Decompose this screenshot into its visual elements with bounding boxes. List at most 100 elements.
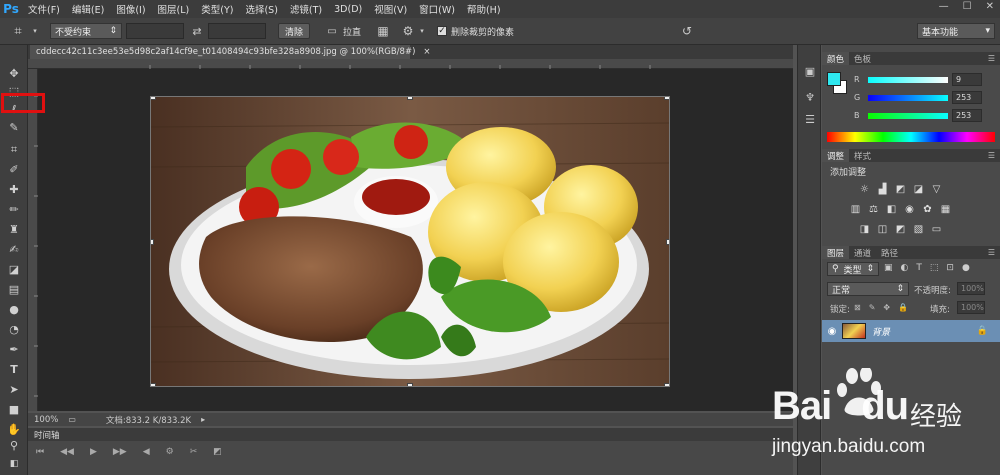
- menu-edit[interactable]: 编辑(E): [66, 2, 110, 16]
- chevron-down-icon[interactable]: ▾: [417, 27, 427, 35]
- crop-tool-icon[interactable]: ⌗: [6, 24, 30, 39]
- color-balance-icon[interactable]: ⚖: [867, 204, 880, 215]
- play-icon[interactable]: ▶: [90, 447, 97, 457]
- minimize-icon[interactable]: —: [939, 1, 949, 12]
- ratio-select[interactable]: 不受约束 ⇕: [50, 23, 122, 39]
- food-image[interactable]: [150, 96, 670, 387]
- menu-filter[interactable]: 滤镜(T): [284, 2, 328, 16]
- tab-layers[interactable]: 图层: [822, 246, 850, 259]
- lock-pixels-icon[interactable]: ✎: [869, 303, 876, 312]
- shape-filter-icon[interactable]: ⬚: [930, 263, 939, 273]
- pen-tool-icon[interactable]: ✒: [3, 341, 25, 358]
- color-swatches-icon[interactable]: ◧: [3, 455, 25, 472]
- clear-button[interactable]: 清除: [278, 23, 311, 39]
- menu-3d[interactable]: 3D(D): [328, 4, 368, 15]
- eyedropper-tool-icon[interactable]: ✐: [3, 161, 25, 178]
- menu-window[interactable]: 窗口(W): [413, 2, 461, 16]
- selective-color-icon[interactable]: ▧: [912, 224, 925, 235]
- width-field[interactable]: [126, 23, 184, 39]
- menu-file[interactable]: 文件(F): [22, 2, 66, 16]
- crop-handle[interactable]: [151, 383, 156, 386]
- type-filter-icon[interactable]: T: [916, 263, 922, 273]
- prev-frame-icon[interactable]: ◀◀: [60, 447, 74, 457]
- invert-icon[interactable]: ◨: [858, 224, 871, 235]
- adjustment-filter-icon[interactable]: ◐: [901, 263, 909, 273]
- reset-icon[interactable]: ↺: [682, 24, 692, 38]
- crop-handle[interactable]: [407, 383, 413, 386]
- path-select-tool-icon[interactable]: ➤: [3, 381, 25, 398]
- quick-select-tool-icon[interactable]: ✎: [3, 119, 25, 136]
- crop-handle[interactable]: [664, 383, 669, 386]
- threshold-icon[interactable]: ◩: [894, 224, 907, 235]
- document-tab[interactable]: cddecc42c11c3ee53e5d98c2af14cf9e_t014084…: [30, 45, 431, 59]
- pixel-filter-icon[interactable]: ▣: [884, 263, 893, 273]
- swap-icon[interactable]: ⇄: [188, 25, 206, 38]
- eye-visibility-icon[interactable]: ◉: [822, 326, 842, 337]
- panel-menu-icon[interactable]: ☰: [988, 52, 1000, 65]
- transition-icon[interactable]: ◩: [213, 447, 222, 457]
- black-white-icon[interactable]: ◧: [885, 204, 898, 215]
- straighten-icon[interactable]: ▭: [324, 26, 340, 37]
- crop-handle[interactable]: [151, 97, 156, 100]
- crop-tool-icon[interactable]: ⌗: [3, 141, 25, 158]
- chevron-down-icon[interactable]: ▾: [30, 27, 40, 35]
- crop-handle[interactable]: [666, 239, 669, 245]
- layer-filter-select[interactable]: ⚲ 类型 ⇕: [827, 262, 879, 276]
- gear-icon[interactable]: ⚙: [399, 24, 417, 38]
- opacity-value[interactable]: 100%: [957, 282, 985, 295]
- move-tool-icon[interactable]: ✥: [3, 65, 25, 82]
- color-lookup-icon[interactable]: ▦: [939, 204, 952, 215]
- tab-channels[interactable]: 通道: [849, 246, 876, 259]
- lock-all-icon[interactable]: 🔒: [898, 303, 908, 312]
- foreground-color-swatch[interactable]: [827, 72, 841, 86]
- straighten-label[interactable]: 拉直: [343, 25, 361, 38]
- panel-menu-icon[interactable]: ☰: [988, 149, 1000, 162]
- chevron-right-icon[interactable]: ▸: [201, 415, 205, 424]
- eraser-tool-icon[interactable]: ◪: [3, 261, 25, 278]
- clone-stamp-tool-icon[interactable]: ♜: [3, 221, 25, 238]
- layer-row-background[interactable]: ◉ 背景 🔒: [822, 320, 1000, 342]
- crop-handle[interactable]: [151, 239, 154, 245]
- crop-handle[interactable]: [664, 97, 669, 100]
- gradient-tool-icon[interactable]: ▤: [3, 281, 25, 298]
- tab-color[interactable]: 颜色: [822, 52, 850, 65]
- red-slider[interactable]: [868, 76, 948, 83]
- tab-swatches[interactable]: 色板: [849, 52, 876, 65]
- menu-layer[interactable]: 图层(L): [152, 2, 196, 16]
- brush-tool-icon[interactable]: ✏: [3, 201, 25, 218]
- color-spectrum[interactable]: [827, 132, 995, 142]
- next-frame-icon[interactable]: ▶▶: [113, 447, 127, 457]
- exposure-icon[interactable]: ◪: [912, 184, 925, 195]
- workspace-select[interactable]: 基本功能 ▾: [917, 23, 995, 39]
- properties-icon[interactable]: ☰: [801, 111, 819, 127]
- grid-overlay-icon[interactable]: ▦: [375, 24, 391, 38]
- brightness-icon[interactable]: ☼: [858, 184, 871, 195]
- green-slider[interactable]: [868, 94, 948, 101]
- delete-cropped-checkbox[interactable]: ✓: [437, 26, 448, 36]
- height-field[interactable]: [208, 23, 266, 39]
- channel-mixer-icon[interactable]: ✿: [921, 204, 934, 215]
- layer-name[interactable]: 背景: [872, 325, 890, 338]
- lock-icon[interactable]: 🔒: [977, 326, 988, 336]
- menu-select[interactable]: 选择(S): [239, 2, 283, 16]
- menu-view[interactable]: 视图(V): [368, 2, 413, 16]
- hue-saturation-icon[interactable]: ▥: [849, 204, 862, 215]
- fill-value[interactable]: 100%: [957, 301, 985, 314]
- vibrance-icon[interactable]: ▽: [930, 184, 943, 195]
- scissors-icon[interactable]: ✂: [190, 447, 198, 457]
- lock-position-icon[interactable]: ✥: [883, 303, 890, 312]
- settings-icon[interactable]: ⚙: [166, 447, 174, 457]
- dodge-tool-icon[interactable]: ◔: [3, 321, 25, 338]
- levels-icon[interactable]: ▟: [876, 184, 889, 195]
- rectangle-tool-icon[interactable]: ■: [3, 401, 25, 418]
- red-value[interactable]: 9: [952, 73, 982, 86]
- photo-filter-icon[interactable]: ◉: [903, 204, 916, 215]
- curves-icon[interactable]: ◩: [894, 184, 907, 195]
- hand-tool-icon[interactable]: ✋: [3, 421, 25, 438]
- timeline-tab[interactable]: 时间轴: [28, 428, 793, 441]
- toggle-filter-icon[interactable]: ●: [962, 263, 970, 273]
- gradient-map-icon[interactable]: ▭: [930, 224, 943, 235]
- tab-styles[interactable]: 样式: [849, 149, 876, 162]
- blue-value[interactable]: 253: [952, 109, 982, 122]
- history-icon[interactable]: ▣: [801, 63, 819, 79]
